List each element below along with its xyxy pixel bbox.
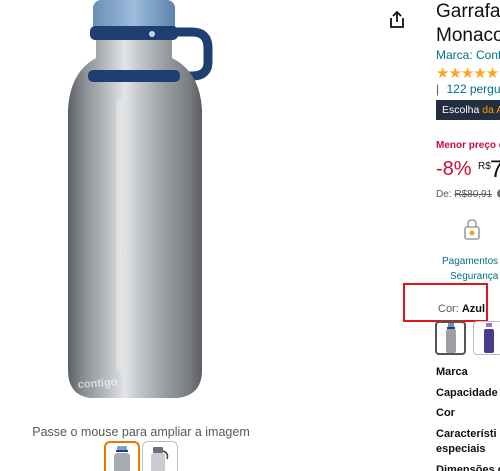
product-main-image[interactable]: contigo <box>60 0 250 405</box>
rating-stars[interactable]: ★★★★★ <box>436 64 499 82</box>
was-price-prefix: De: <box>436 189 452 200</box>
zoom-hint-text: Passe o mouse para ampliar a imagem <box>32 425 250 439</box>
was-price: De: R$80,91 <box>436 189 500 200</box>
bottle-thumbnail-image <box>114 446 130 471</box>
price-currency: R$ <box>478 161 491 172</box>
thumbnail-bottle-blue[interactable] <box>104 441 140 471</box>
share-button[interactable] <box>380 3 414 37</box>
amazon-choice-badge: Escolha da Am <box>436 100 500 120</box>
questions-row: | 122 pergu <box>436 82 500 96</box>
product-title-line-2: Monaco <box>436 25 500 46</box>
discount-percent: -8% <box>436 158 472 180</box>
spec-label-cor: Cor <box>436 407 455 419</box>
was-price-value: R$80,91 <box>454 189 493 200</box>
color-value-text: Azul <box>461 303 486 315</box>
spec-label-caracteristicas: Característi <box>436 428 497 440</box>
questions-separator: | <box>436 82 440 96</box>
secure-payment-link[interactable]: Pagamentos Segurança <box>442 254 500 284</box>
share-icon <box>390 11 404 28</box>
lowest-price-label: Menor preço d <box>436 140 500 151</box>
bottle-purple-swatch-image <box>483 323 494 353</box>
secure-payment-line-2: Segurança <box>450 271 499 282</box>
bottle-detail-thumbnail-image <box>151 447 169 471</box>
secure-payment-icon[interactable] <box>460 218 484 242</box>
brand-link[interactable]: Marca: Conti <box>436 48 500 62</box>
spec-label-capacidade: Capacidade <box>436 387 498 399</box>
product-title: Garrafa Monaco <box>436 0 500 48</box>
spec-label-marca: Marca <box>436 366 468 378</box>
choice-badge-prefix: Escolha <box>442 104 480 116</box>
color-selection-label: Cor: Azul <box>438 303 485 315</box>
swatch-roxo[interactable] <box>473 321 500 355</box>
bottle-blue-swatch-image <box>445 323 456 353</box>
spec-label-dimensoes: Dimensões d <box>436 464 500 471</box>
thumbnail-bottle-detail[interactable] <box>142 441 178 471</box>
secure-payment-line-1: Pagamentos <box>442 256 499 267</box>
price-value: 7 <box>490 156 500 183</box>
color-label-text: Cor: <box>438 303 459 315</box>
swatch-azul[interactable] <box>435 321 466 355</box>
product-title-line-1: Garrafa <box>436 1 500 22</box>
spec-label-especiais: especiais <box>436 443 486 455</box>
choice-badge-highlight: da Am <box>482 104 500 116</box>
questions-link[interactable]: 122 pergu <box>446 82 500 96</box>
